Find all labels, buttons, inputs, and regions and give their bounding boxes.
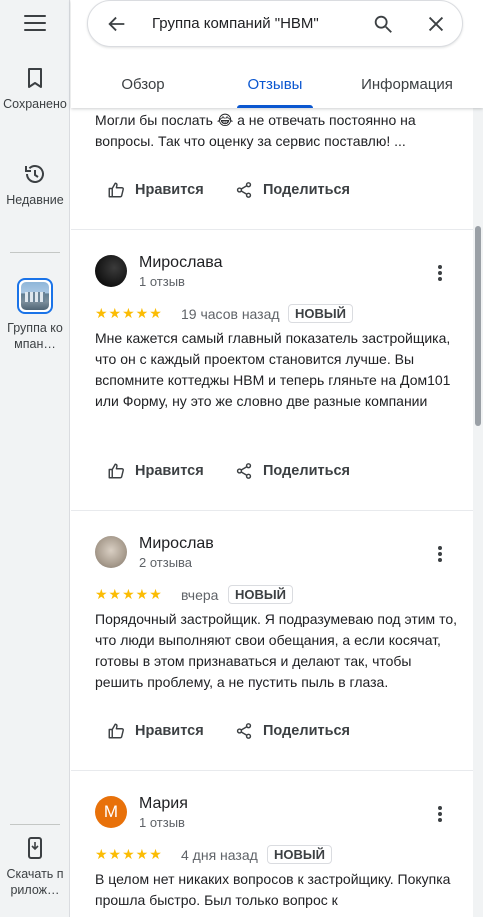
rail-divider-bottom xyxy=(10,824,60,825)
review-item: М Мария 1 отзыв ★★★★★ 4 дня назад НОВЫЙ … xyxy=(71,771,473,917)
more-options-icon[interactable] xyxy=(431,264,449,282)
new-badge: НОВЫЙ xyxy=(228,585,293,604)
like-button[interactable]: Нравится xyxy=(107,174,204,206)
like-button[interactable]: Нравится xyxy=(107,455,204,487)
tabs: Обзор Отзывы Информация xyxy=(71,60,483,108)
back-arrow-icon[interactable] xyxy=(106,13,128,35)
thumb-up-icon xyxy=(108,463,124,479)
more-options-icon[interactable] xyxy=(431,545,449,563)
scrollbar-thumb[interactable] xyxy=(475,226,481,426)
rail-item-saved[interactable]: Сохранено xyxy=(0,66,70,112)
rail-item-download-app[interactable]: Скачать прилож… xyxy=(0,836,70,898)
reviews-list[interactable]: Могли бы послать 😂 а не отвечать постоян… xyxy=(71,108,473,917)
more-options-icon[interactable] xyxy=(431,805,449,823)
share-button[interactable]: Поделиться xyxy=(235,455,350,487)
like-label: Нравится xyxy=(135,463,204,479)
place-thumbnail xyxy=(17,278,53,314)
search-input[interactable]: Группа компаний "НВМ" xyxy=(152,15,319,32)
search-box[interactable]: Группа компаний "НВМ" xyxy=(87,0,463,47)
like-button[interactable]: Нравится xyxy=(107,715,204,747)
share-icon xyxy=(236,182,252,198)
rail-divider xyxy=(10,252,60,253)
thumb-up-icon xyxy=(108,723,124,739)
search-icon[interactable] xyxy=(372,13,394,35)
bookmark-icon xyxy=(28,68,42,88)
rail-place-label: Группа компан… xyxy=(7,321,63,351)
avatar[interactable] xyxy=(95,536,127,568)
like-label: Нравится xyxy=(135,182,204,198)
review-text: Мне кажется самый главный показатель зас… xyxy=(95,330,451,409)
tab-overview[interactable]: Обзор xyxy=(91,60,195,108)
tab-info[interactable]: Информация xyxy=(357,60,457,108)
share-button[interactable]: Поделиться xyxy=(235,174,350,206)
share-label: Поделиться xyxy=(263,182,351,198)
review-time: 19 часов назад xyxy=(181,306,280,322)
share-label: Поделиться xyxy=(263,463,351,479)
review-count: 1 отзыв xyxy=(139,815,185,830)
scrollbar[interactable] xyxy=(473,108,483,917)
rating-stars: ★★★★★ xyxy=(95,305,163,321)
rail-saved-label: Сохранено xyxy=(3,97,67,111)
avatar[interactable] xyxy=(95,255,127,287)
rating-stars: ★★★★★ xyxy=(95,586,163,602)
review-item: Мирослав 2 отзыва ★★★★★ вчера НОВЫЙ Поря… xyxy=(71,511,473,771)
thumb-up-icon xyxy=(108,182,124,198)
review-time: вчера xyxy=(181,587,219,603)
rail-recent-label: Недавние xyxy=(6,193,64,207)
history-icon xyxy=(25,165,44,183)
review-count: 1 отзыв xyxy=(139,274,185,289)
share-label: Поделиться xyxy=(263,723,351,739)
reviewer-name[interactable]: Мирослав xyxy=(139,535,214,553)
review-time: 4 дня назад xyxy=(181,847,258,863)
tab-reviews[interactable]: Отзывы xyxy=(237,60,313,108)
share-button[interactable]: Поделиться xyxy=(235,715,350,747)
rail-item-place[interactable]: Группа компан… xyxy=(0,278,70,352)
review-text: В целом нет никаких вопросов к застройщи… xyxy=(95,871,451,908)
menu-icon[interactable] xyxy=(22,12,48,34)
new-badge: НОВЫЙ xyxy=(288,304,353,323)
reviewer-name[interactable]: Мирослава xyxy=(139,254,223,272)
review-text: Могли бы послать 😂 а не отвечать постоян… xyxy=(95,112,416,149)
avatar[interactable]: М xyxy=(95,796,127,828)
left-rail: Сохранено Недавние Группа компан… Скачат… xyxy=(0,0,70,917)
phone-icon xyxy=(28,837,42,859)
review-count: 2 отзыва xyxy=(139,555,193,570)
share-icon xyxy=(236,723,252,739)
rail-item-recent[interactable]: Недавние xyxy=(0,162,70,208)
review-partial: Могли бы послать 😂 а не отвечать постоян… xyxy=(71,108,473,230)
header: Группа компаний "НВМ" Обзор Отзывы Инфор… xyxy=(71,0,483,108)
reviewer-name[interactable]: Мария xyxy=(139,795,188,813)
review-text: Порядочный застройщик. Я подразумеваю по… xyxy=(95,611,458,690)
rail-download-label: Скачать прилож… xyxy=(6,867,64,897)
rating-stars: ★★★★★ xyxy=(95,846,163,862)
review-item: Мирослава 1 отзыв ★★★★★ 19 часов назад Н… xyxy=(71,230,473,511)
share-icon xyxy=(236,463,252,479)
close-icon[interactable] xyxy=(425,13,447,35)
new-badge: НОВЫЙ xyxy=(267,845,332,864)
like-label: Нравится xyxy=(135,723,204,739)
